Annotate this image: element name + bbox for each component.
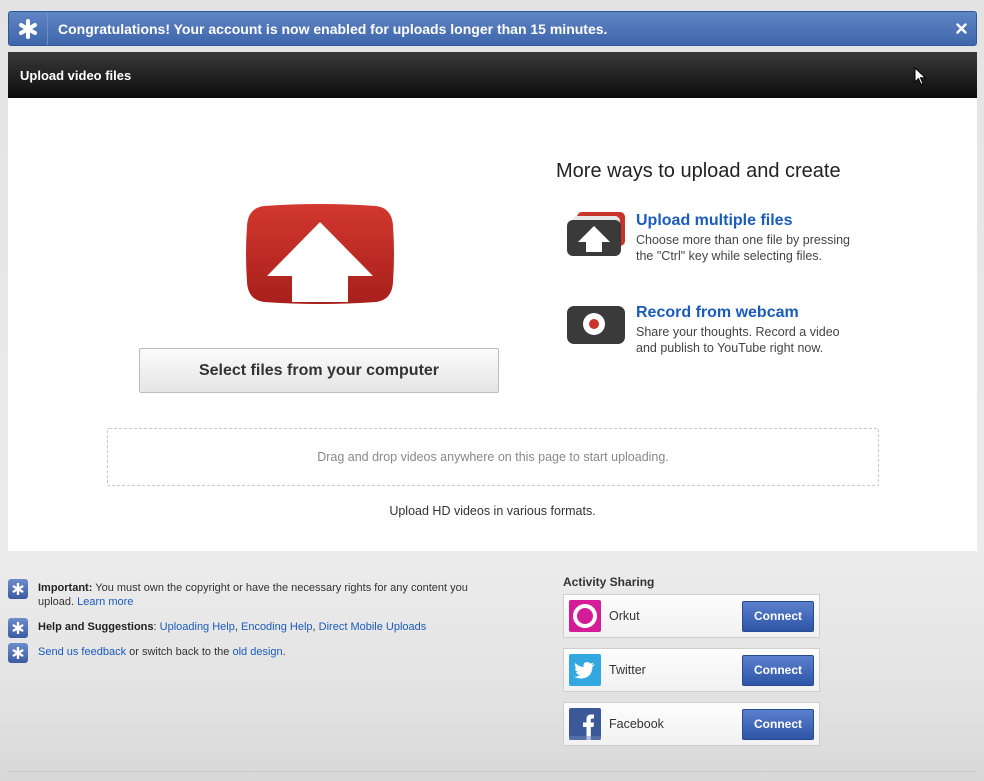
facebook-label: Facebook [609,717,664,731]
star-icon [8,579,28,599]
uploading-help-link[interactable]: Uploading Help [160,621,235,633]
upload-header: Upload video files [8,52,977,98]
upload-arrow-icon[interactable] [246,204,394,304]
asterisk-icon [9,12,48,45]
facebook-icon [569,708,601,740]
upload-panel: Select files from your computer More way… [8,98,977,551]
encoding-help-link[interactable]: Encoding Help [241,621,313,633]
facebook-connect-button[interactable]: Connect [742,708,814,740]
footer-divider [8,771,977,772]
multiple-upload-icon[interactable] [566,212,628,256]
twitter-label: Twitter [609,663,646,677]
select-files-button[interactable]: Select files from your computer [139,348,499,393]
learn-more-link[interactable]: Learn more [77,596,133,608]
twitter-sharing-row: Twitter Connect [563,648,820,692]
twitter-connect-button[interactable]: Connect [742,654,814,686]
activity-sharing-title: Activity Sharing [563,575,655,589]
banner-message: Congratulations! Your account is now ena… [58,20,608,37]
orkut-connect-button[interactable]: Connect [742,600,814,632]
hd-formats-note: Upload HD videos in various formats. [389,504,596,518]
help-suggestions: Help and Suggestions: Uploading Help, En… [8,618,488,638]
orkut-sharing-row: Orkut Connect [563,594,820,638]
orkut-icon [569,600,601,632]
important-notice: Important: You must own the copyright or… [8,579,488,609]
more-ways-title: More ways to upload and create [556,160,841,182]
page-title: Upload video files [20,67,132,83]
notification-banner: Congratulations! Your account is now ena… [8,11,977,46]
star-icon [8,618,28,638]
dropzone-text: Drag and drop videos anywhere on this pa… [317,450,669,464]
facebook-sharing-row: Facebook Connect [563,702,820,746]
important-label: Important: [38,582,93,594]
record-from-webcam-link[interactable]: Record from webcam [636,304,876,322]
record-webcam-description: Share your thoughts. Record a video and … [636,325,840,355]
upload-multiple-files-link[interactable]: Upload multiple files [636,212,876,230]
mouse-cursor-icon [914,67,927,86]
send-feedback-link[interactable]: Send us feedback [38,646,126,658]
twitter-icon [569,654,601,686]
upload-multiple-description: Choose more than one file by pressing th… [636,233,851,263]
orkut-label: Orkut [609,609,640,623]
old-design-link[interactable]: old design [232,646,282,658]
star-icon [8,643,28,663]
feedback-row: Send us feedback or switch back to the o… [8,643,488,663]
close-icon [955,23,967,34]
webcam-record-icon[interactable] [566,304,628,348]
direct-mobile-uploads-link[interactable]: Direct Mobile Uploads [319,621,427,633]
help-label: Help and Suggestions [38,621,154,633]
close-banner-button[interactable] [946,12,976,45]
drag-drop-zone[interactable]: Drag and drop videos anywhere on this pa… [107,428,879,486]
